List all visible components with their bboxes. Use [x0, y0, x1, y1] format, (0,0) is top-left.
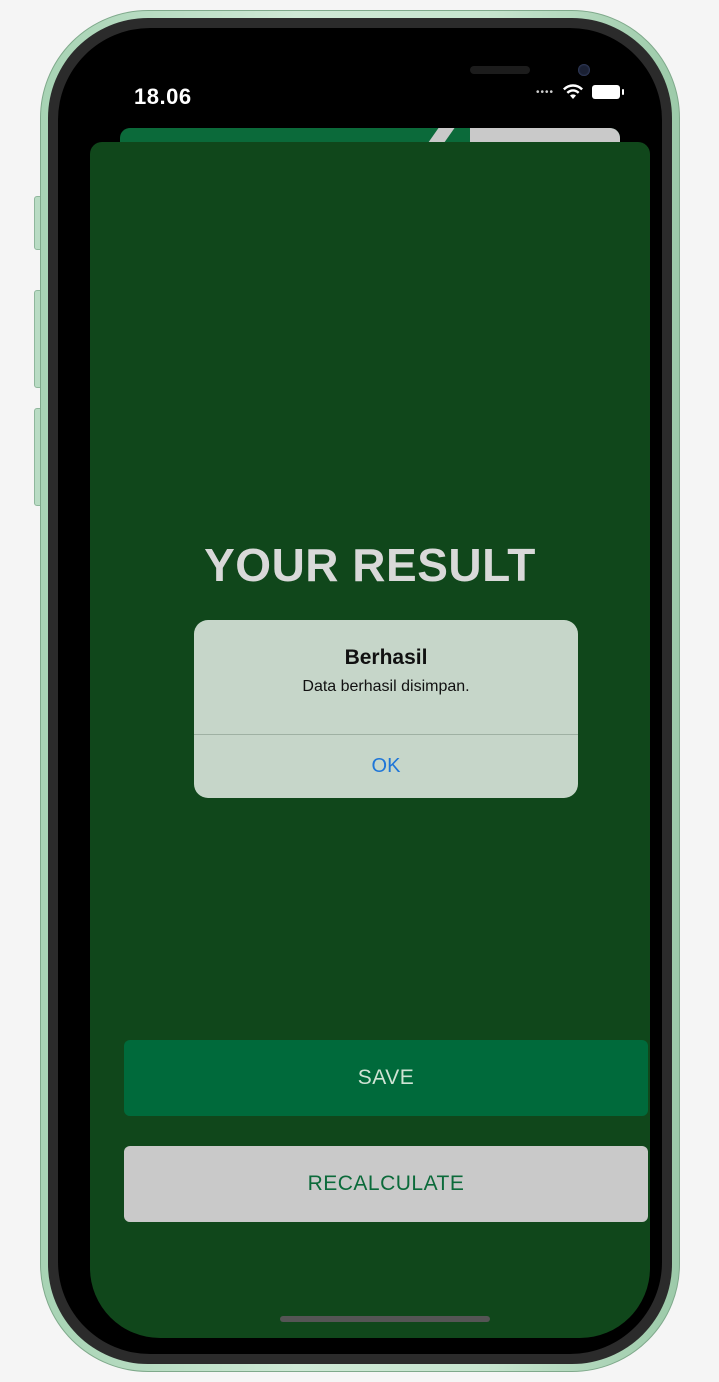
home-indicator[interactable] — [280, 1316, 490, 1322]
alert-message: Data berhasil disimpan. — [302, 678, 470, 695]
device-stage: 18.06 •••• YOUR RESULT Berhasil Data ber… — [0, 0, 719, 1382]
notch — [218, 56, 590, 106]
success-alert: Berhasil Data berhasil disimpan. OK — [194, 620, 578, 798]
alert-title: Berhasil — [344, 646, 428, 669]
speaker-grille — [470, 66, 530, 74]
signal-dots-icon: •••• — [535, 86, 554, 98]
screen: 18.06 •••• YOUR RESULT Berhasil Data ber… — [90, 56, 650, 1338]
save-button[interactable]: SAVE — [124, 1040, 648, 1116]
battery-icon — [592, 85, 624, 99]
status-time: 18.06 — [134, 84, 192, 109]
status-bar: 18.06 •••• — [90, 56, 650, 136]
status-icons: •••• — [535, 84, 624, 100]
recalculate-button[interactable]: RECALCULATE — [124, 1146, 648, 1222]
result-card: YOUR RESULT Berhasil Data berhasil disim… — [90, 142, 650, 1338]
alert-ok-button[interactable]: OK — [194, 735, 578, 798]
result-title: YOUR RESULT — [204, 539, 536, 591]
front-camera — [578, 64, 590, 76]
wifi-icon — [562, 84, 584, 100]
